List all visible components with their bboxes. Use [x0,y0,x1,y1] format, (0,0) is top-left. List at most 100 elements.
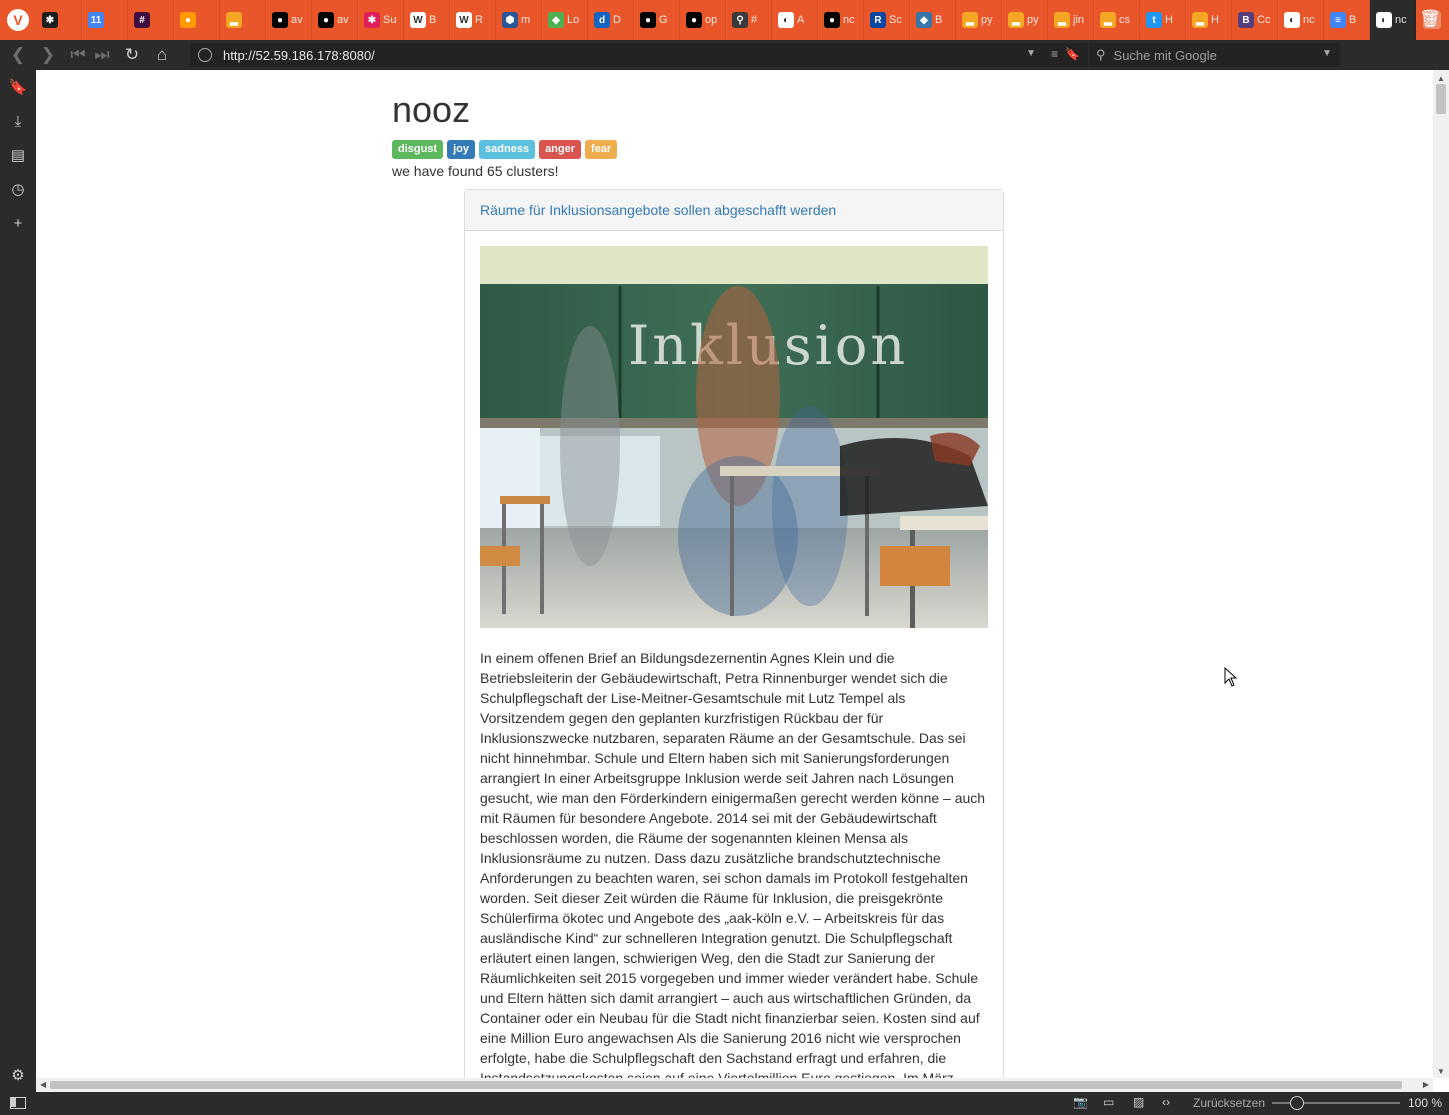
cluster-count-text: we have found 65 clusters! [392,163,559,179]
browser-tab[interactable]: ● G [634,0,680,40]
slack-icon: # [134,12,150,28]
browser-tab[interactable]: WB [404,0,450,40]
fast-forward-button[interactable]: ⏭ [90,43,114,67]
globe-icon: ◐ [1376,12,1392,28]
site-info-icon[interactable] [198,48,212,62]
page-actions-icon[interactable]: ‹› [1162,1095,1170,1109]
browser-tab[interactable]: B Cc [1232,0,1278,40]
scroll-down-icon[interactable]: ▼ [1437,1067,1445,1076]
tab-title: B [1349,14,1357,26]
browser-tab[interactable]: ▂ [220,0,266,40]
browser-tab[interactable]: ≡ B [1324,0,1370,40]
article-panel: Räume für Inklusionsangebote sollen abge… [464,189,1004,1092]
bookmarks-panel-icon[interactable]: 🔖 [9,78,28,96]
dict-icon: d [594,12,610,28]
browser-tab[interactable]: ▂ py [956,0,1002,40]
home-icon: ⌂ [156,45,168,64]
tab-title: G [659,14,668,26]
browser-tab[interactable]: ● op [680,0,726,40]
forward-button[interactable]: ❯ [36,43,60,67]
browser-tab[interactable]: ● nc [818,0,864,40]
browser-tab[interactable]: ✱ [36,0,82,40]
tab-title: Sc [889,14,902,26]
browser-tab[interactable]: ● av [312,0,358,40]
browser-tab[interactable]: tH [1140,0,1186,40]
browser-tab[interactable]: 11 [82,0,128,40]
tiling-icon[interactable]: ▭ [1103,1095,1114,1109]
trash-icon[interactable]: 🗑 [1419,9,1441,31]
tab-title: nc [843,14,855,26]
browser-tab[interactable]: dD [588,0,634,40]
vivaldi-menu-button[interactable]: V [0,0,36,40]
back-arrow-icon: ❮ [10,45,26,64]
tab-title: py [981,14,993,26]
bookmark-icon[interactable]: 🔖 [1065,47,1080,61]
scroll-right-icon[interactable]: ▶ [1423,1080,1429,1089]
browser-tab[interactable]: ▂ jin [1048,0,1094,40]
home-button[interactable]: ⌂ [150,43,174,67]
t-icon: t [1146,12,1162,28]
search-field[interactable]: ⚲ Suche mit Google ▼ [1090,43,1340,67]
reader-view-icon[interactable]: ≡ [1051,47,1058,61]
address-bar-row: ❮ ❯ ⏮ ⏭ ↻ ⌂ http://52.59.186.178:8080/ ▼… [0,40,1449,105]
tab-title: av [337,14,349,26]
browser-tab[interactable]: ● av [266,0,312,40]
url-field[interactable]: http://52.59.186.178:8080/ ▼ ≡ 🔖 [190,43,1088,67]
browser-tab[interactable]: # [128,0,174,40]
tab-title: H [1165,14,1173,26]
tab-title: nc [1303,14,1315,26]
article-headline-link[interactable]: Räume für Inklusionsangebote sollen abge… [480,202,836,218]
downloads-panel-icon[interactable]: ⤓ [9,112,27,130]
browser-tab[interactable]: ● [174,0,220,40]
images-icon[interactable]: ▨ [1133,1095,1144,1109]
reload-button[interactable]: ↻ [120,43,144,67]
browser-tab[interactable]: ◐ nc [1370,0,1416,40]
browser-tab[interactable]: ▂ py [1002,0,1048,40]
pin-icon: ⚲ [732,12,748,28]
back-button[interactable]: ❮ [6,43,30,67]
label-joy: joy [447,140,476,159]
browser-tab[interactable]: ✱ Su [358,0,404,40]
browser-tab[interactable]: ◐ nc [1278,0,1324,40]
browser-tab[interactable]: WR [450,0,496,40]
shield-icon: ⬢ [502,12,518,28]
horizontal-scroll-thumb[interactable] [50,1081,1402,1089]
browser-tab[interactable]: ⚲ # [726,0,772,40]
notes-panel-icon[interactable]: ▤ [9,146,27,164]
article-panel-heading: Räume für Inklusionsangebote sollen abge… [465,190,1003,231]
horizontal-scrollbar[interactable]: ◀ ▶ [36,1078,1433,1092]
browser-tab[interactable]: ◐ A [772,0,818,40]
panel-toggle-icon[interactable] [10,1097,26,1109]
tab-title: Lo [567,14,580,26]
browser-tab[interactable]: ▂ H [1186,0,1232,40]
fast-forward-icon: ⏭ [94,45,110,64]
scroll-up-icon[interactable]: ▲ [1437,74,1445,83]
history-panel-icon[interactable]: ◷ [9,180,27,198]
tab-title: R [475,14,483,26]
zoom-reset-button[interactable]: Zurücksetzen [1193,1096,1265,1110]
tab-title: A [797,14,805,26]
emotion-labels: disgust joy sadness anger fear [392,140,1012,159]
settings-gear-icon[interactable]: ⚙ [9,1066,27,1084]
browser-tab[interactable]: ⬢ m [496,0,542,40]
vertical-scroll-thumb[interactable] [1436,84,1446,114]
browser-tab[interactable]: ◆ B [910,0,956,40]
article-image: Inklusion [480,246,988,628]
github-icon: ● [686,12,702,28]
zoom-slider-handle[interactable] [1290,1096,1304,1110]
github-icon: ● [640,12,656,28]
browser-tab[interactable]: ▂ cs [1094,0,1140,40]
vertical-scrollbar[interactable]: ▲ ▼ [1433,70,1449,1078]
tab-title: jin [1073,14,1085,26]
search-engine-dropdown-icon[interactable]: ▼ [1322,48,1332,59]
rewind-button[interactable]: ⏮ [66,43,90,67]
rewind-icon: ⏮ [70,45,86,64]
scroll-left-icon[interactable]: ◀ [40,1080,46,1089]
add-web-panel-icon[interactable]: + [9,214,27,232]
capture-icon[interactable]: 📷 [1073,1095,1088,1109]
browser-tab[interactable]: R Sc [864,0,910,40]
vivaldi-community-icon: ✱ [42,12,58,28]
browser-tab[interactable]: ◆ Lo [542,0,588,40]
site-title: nooz [392,89,471,130]
url-dropdown-icon[interactable]: ▼ [1026,48,1036,59]
